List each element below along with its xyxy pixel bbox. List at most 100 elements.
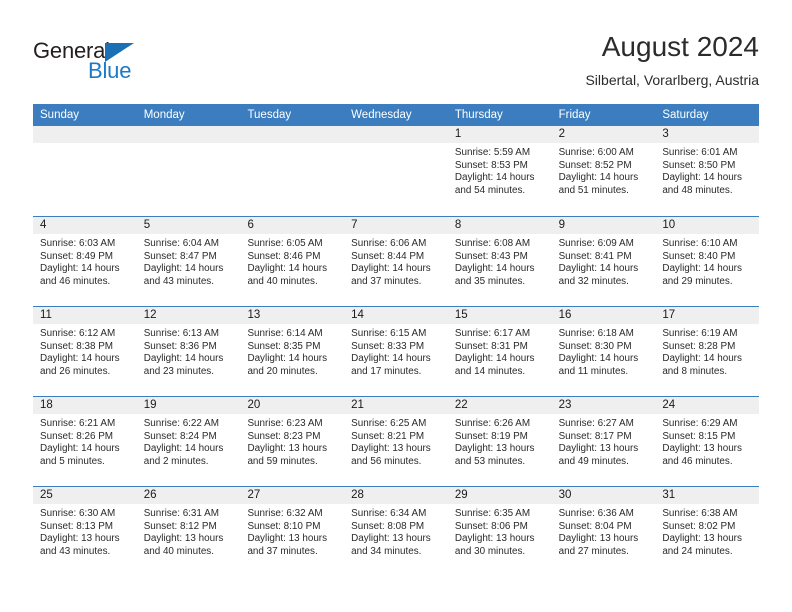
day-cell[interactable]: 18 Sunrise: 6:21 AM Sunset: 8:26 PM Dayligh… xyxy=(33,397,137,486)
weekday-header-friday: Friday xyxy=(558,109,591,121)
sunrise-text: Sunrise: 6:31 AM xyxy=(143,508,219,519)
daylight-text: Daylight: 14 hours and 37 minutes. xyxy=(351,263,431,287)
day-details: Sunrise: 6:29 AM Sunset: 8:15 PM Daylight:… xyxy=(655,414,759,468)
sunrise-text: Sunrise: 6:38 AM xyxy=(662,508,738,519)
day-details: Sunrise: 6:04 AM Sunset: 8:47 PM Daylight:… xyxy=(137,234,241,288)
day-cell[interactable]: 21 Sunrise: 6:25 AM Sunset: 8:21 PM Dayligh… xyxy=(344,397,448,486)
day-cell[interactable]: 29 Sunrise: 6:35 AM Sunset: 8:06 PM Dayligh… xyxy=(447,487,552,576)
sunrise-text: Sunrise: 6:05 AM xyxy=(247,238,323,249)
sunset-text: Sunset: 8:52 PM xyxy=(558,159,632,171)
day-details: Sunrise: 6:00 AM Sunset: 8:52 PM Daylight:… xyxy=(552,143,656,197)
day-cell[interactable]: 26 Sunrise: 6:31 AM Sunset: 8:12 PM Dayligh… xyxy=(136,487,241,576)
day-cell[interactable]: 12 Sunrise: 6:13 AM Sunset: 8:36 PM Dayligh… xyxy=(136,307,241,396)
day-cell[interactable]: 17 Sunrise: 6:19 AM Sunset: 8:28 PM Dayligh… xyxy=(655,307,760,396)
day-number: 7 xyxy=(344,217,448,234)
day-cell[interactable]: 6 Sunrise: 6:05 AM Sunset: 8:46 PM Daylight… xyxy=(240,217,345,306)
sunset-text: Sunset: 8:06 PM xyxy=(454,520,528,532)
day-cell[interactable]: 24 Sunrise: 6:29 AM Sunset: 8:15 PM Dayligh… xyxy=(655,397,760,486)
sunset-text: Sunset: 8:33 PM xyxy=(351,340,425,352)
day-number: 12 xyxy=(136,307,241,324)
day-cell[interactable]: 22 Sunrise: 6:26 AM Sunset: 8:19 PM Dayligh… xyxy=(447,397,552,486)
daylight-text: Daylight: 14 hours and 48 minutes. xyxy=(662,172,742,196)
sunrise-text: Sunrise: 6:30 AM xyxy=(40,508,116,519)
sunrise-text: Sunrise: 6:04 AM xyxy=(143,238,219,249)
weekday-header-wednesday: Wednesday xyxy=(351,109,412,121)
sunset-text: Sunset: 8:26 PM xyxy=(40,430,114,442)
sunset-text: Sunset: 8:17 PM xyxy=(558,430,632,442)
day-details: Sunrise: 6:23 AM Sunset: 8:23 PM Daylight:… xyxy=(240,414,344,468)
day-cell[interactable]: 8 Sunrise: 6:08 AM Sunset: 8:43 PM Daylight… xyxy=(447,217,552,306)
sunrise-text: Sunrise: 6:14 AM xyxy=(247,328,323,339)
sunset-text: Sunset: 8:38 PM xyxy=(40,340,114,352)
day-cell[interactable]: 14 Sunrise: 6:15 AM Sunset: 8:33 PM Dayligh… xyxy=(344,307,448,396)
daylight-text: Daylight: 14 hours and 32 minutes. xyxy=(558,263,639,287)
day-details: Sunrise: 6:03 AM Sunset: 8:49 PM Daylight:… xyxy=(33,234,137,288)
calendar-page: General Blue August 2024 Silbertal, Vora… xyxy=(0,0,792,612)
day-details: Sunrise: 6:21 AM Sunset: 8:26 PM Daylight:… xyxy=(33,414,137,468)
day-cell[interactable]: 25 Sunrise: 6:30 AM Sunset: 8:13 PM Dayligh… xyxy=(33,487,137,576)
day-details: Sunrise: 6:32 AM Sunset: 8:10 PM Daylight:… xyxy=(240,504,344,558)
page-subtitle: Silbertal, Vorarlberg, Austria xyxy=(585,72,759,88)
day-details: Sunrise: 6:06 AM Sunset: 8:44 PM Daylight:… xyxy=(344,234,448,288)
sunrise-text: Sunrise: 6:25 AM xyxy=(351,418,427,429)
week-row: 18 Sunrise: 6:21 AM Sunset: 8:26 PM Dayligh… xyxy=(33,396,760,486)
day-cell[interactable]: 13 Sunrise: 6:14 AM Sunset: 8:35 PM Dayligh… xyxy=(240,307,345,396)
day-cell[interactable]: 28 Sunrise: 6:34 AM Sunset: 8:08 PM Dayligh… xyxy=(344,487,448,576)
day-cell[interactable]: 31 Sunrise: 6:38 AM Sunset: 8:02 PM Dayligh… xyxy=(655,487,760,576)
day-cell[interactable]: 2 Sunrise: 6:00 AM Sunset: 8:52 PM Daylight… xyxy=(551,126,656,216)
day-details: Sunrise: 6:15 AM Sunset: 8:33 PM Daylight:… xyxy=(344,324,448,378)
sunrise-text: Sunrise: 6:32 AM xyxy=(247,508,323,519)
sunrise-text: Sunrise: 6:06 AM xyxy=(351,238,427,249)
day-cell[interactable]: 9 Sunrise: 6:09 AM Sunset: 8:41 PM Daylight… xyxy=(551,217,656,306)
sunrise-text: Sunrise: 6:35 AM xyxy=(454,508,531,519)
weekday-header-tuesday: Tuesday xyxy=(247,109,292,121)
day-number: 20 xyxy=(240,397,345,414)
day-cell[interactable]: 5 Sunrise: 6:04 AM Sunset: 8:47 PM Daylight… xyxy=(136,217,241,306)
day-cell[interactable]: 23 Sunrise: 6:27 AM Sunset: 8:17 PM Dayligh… xyxy=(551,397,656,486)
day-number: 31 xyxy=(655,487,760,504)
day-cell[interactable]: 15 Sunrise: 6:17 AM Sunset: 8:31 PM Dayligh… xyxy=(447,307,552,396)
day-details: Sunrise: 6:09 AM Sunset: 8:41 PM Daylight:… xyxy=(552,234,656,288)
day-cell[interactable]: 3 Sunrise: 6:01 AM Sunset: 8:50 PM Daylight… xyxy=(655,126,760,216)
day-cell[interactable]: 1 Sunrise: 5:59 AM Sunset: 8:53 PM Daylight… xyxy=(447,126,552,216)
sunset-text: Sunset: 8:04 PM xyxy=(558,520,632,532)
sunset-text: Sunset: 8:12 PM xyxy=(143,520,217,532)
day-number: 3 xyxy=(655,126,760,143)
day-details: Sunrise: 6:10 AM Sunset: 8:40 PM Daylight:… xyxy=(655,234,759,288)
sunrise-text: Sunrise: 6:00 AM xyxy=(558,147,634,158)
sunset-text: Sunset: 8:40 PM xyxy=(662,250,736,262)
daylight-text: Daylight: 13 hours and 56 minutes. xyxy=(351,443,431,467)
day-details: Sunrise: 6:05 AM Sunset: 8:46 PM Daylight:… xyxy=(240,234,344,288)
weekday-header-monday: Monday xyxy=(143,109,185,121)
daylight-text: Daylight: 14 hours and 43 minutes. xyxy=(143,263,224,287)
day-cell[interactable]: 16 Sunrise: 6:18 AM Sunset: 8:30 PM Dayligh… xyxy=(551,307,656,396)
daylight-text: Daylight: 14 hours and 14 minutes. xyxy=(454,353,535,377)
daylight-text: Daylight: 13 hours and 34 minutes. xyxy=(351,533,431,557)
general-blue-logo[interactable]: General Blue xyxy=(33,38,253,88)
day-cell-empty xyxy=(240,126,345,216)
day-cell[interactable]: 11 Sunrise: 6:12 AM Sunset: 8:38 PM Dayligh… xyxy=(33,307,137,396)
daylight-text: Daylight: 13 hours and 24 minutes. xyxy=(662,533,742,557)
sunrise-text: Sunrise: 6:01 AM xyxy=(662,147,738,158)
day-cell[interactable]: 7 Sunrise: 6:06 AM Sunset: 8:44 PM Daylight… xyxy=(344,217,448,306)
day-cell[interactable]: 10 Sunrise: 6:10 AM Sunset: 8:40 PM Dayligh… xyxy=(655,217,760,306)
day-details: Sunrise: 6:13 AM Sunset: 8:36 PM Daylight:… xyxy=(137,324,241,378)
daylight-text: Daylight: 14 hours and 40 minutes. xyxy=(247,263,328,287)
weekday-header-saturday: Saturday xyxy=(662,109,709,121)
daylight-text: Daylight: 14 hours and 29 minutes. xyxy=(662,263,742,287)
day-number: 15 xyxy=(447,307,552,324)
day-number: 16 xyxy=(551,307,656,324)
day-cell[interactable]: 30 Sunrise: 6:36 AM Sunset: 8:04 PM Dayligh… xyxy=(551,487,656,576)
day-number: 6 xyxy=(240,217,345,234)
sunset-text: Sunset: 8:35 PM xyxy=(247,340,321,352)
day-number: 4 xyxy=(33,217,137,234)
day-cell[interactable]: 27 Sunrise: 6:32 AM Sunset: 8:10 PM Dayligh… xyxy=(240,487,345,576)
day-cell[interactable]: 20 Sunrise: 6:23 AM Sunset: 8:23 PM Dayligh… xyxy=(240,397,345,486)
day-cell[interactable]: 19 Sunrise: 6:22 AM Sunset: 8:24 PM Dayligh… xyxy=(136,397,241,486)
sunrise-text: Sunrise: 6:03 AM xyxy=(40,238,116,249)
day-cell[interactable]: 4 Sunrise: 6:03 AM Sunset: 8:49 PM Daylight… xyxy=(33,217,137,306)
day-number: 27 xyxy=(240,487,345,504)
daylight-text: Daylight: 13 hours and 37 minutes. xyxy=(247,533,328,557)
sunset-text: Sunset: 8:49 PM xyxy=(40,250,114,262)
sunrise-text: Sunrise: 6:13 AM xyxy=(143,328,219,339)
